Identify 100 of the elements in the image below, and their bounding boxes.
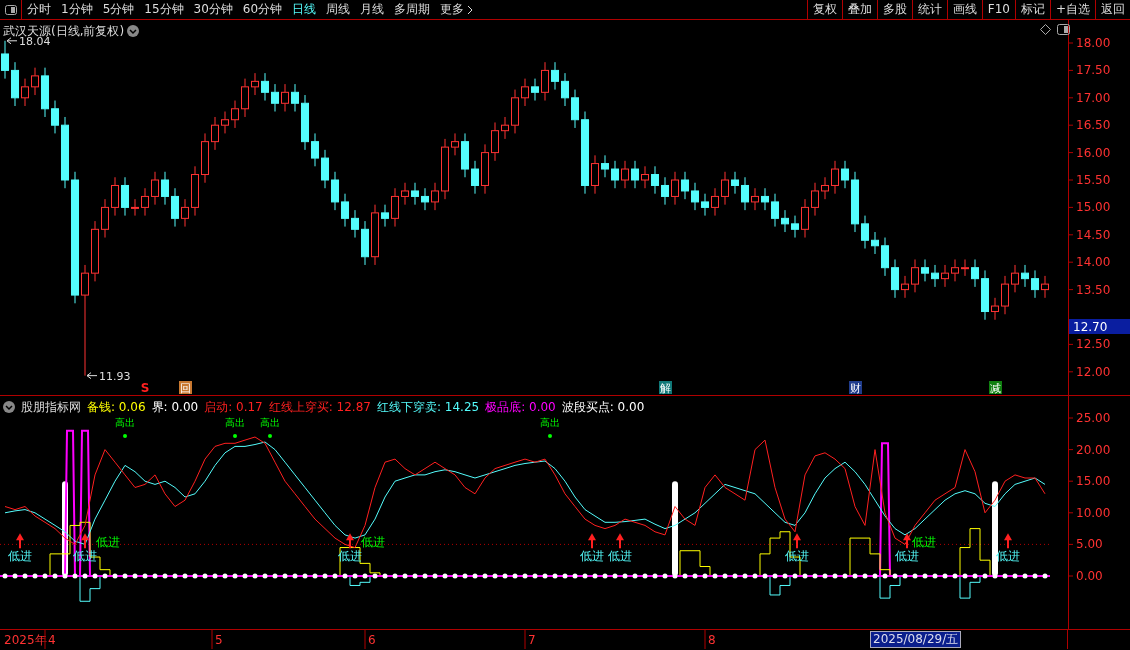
toolbar-button[interactable]: 返回 xyxy=(1095,0,1130,19)
legend-item: 红线上穿买: 12.87 xyxy=(268,399,371,416)
axis-label: 16.50 xyxy=(1076,118,1111,133)
rising-candle xyxy=(911,258,919,293)
axis-label: 15.00 xyxy=(1076,474,1111,489)
event-marker[interactable]: 减 xyxy=(989,381,1002,395)
axis-label: 0.00 xyxy=(1076,569,1103,583)
falling-candle xyxy=(551,61,559,91)
toolbar-button[interactable]: 多股 xyxy=(876,0,912,19)
period-tab[interactable]: 5分钟 xyxy=(97,0,140,19)
axis-label: 15.50 xyxy=(1076,173,1111,187)
falling-candle xyxy=(931,264,939,288)
rising-candle xyxy=(431,182,439,211)
rising-candle xyxy=(1041,275,1049,299)
falling-candle xyxy=(261,72,269,102)
signal-label: 低进 xyxy=(785,549,809,564)
rising-candle xyxy=(221,111,229,134)
rising-candle xyxy=(371,204,379,266)
toolbar-button[interactable]: F10 xyxy=(981,0,1015,19)
up-arrow-icon xyxy=(793,533,801,549)
falling-candle xyxy=(701,193,709,217)
up-arrow-icon xyxy=(346,533,354,549)
falling-candle xyxy=(761,187,769,211)
falling-candle xyxy=(661,176,669,206)
falling-candle xyxy=(861,215,869,249)
up-arrow-icon xyxy=(81,533,89,549)
signal-label: 高出 xyxy=(225,417,245,428)
axis-label: 5.00 xyxy=(1076,537,1103,552)
falling-candle xyxy=(731,171,739,195)
signal-label: 低进 xyxy=(96,534,120,549)
falling-candle xyxy=(971,258,979,288)
falling-candle xyxy=(781,209,789,233)
toolbar-button[interactable]: 画线 xyxy=(946,0,982,19)
toolbar-button[interactable]: +自选 xyxy=(1049,0,1095,19)
toolbar-button[interactable]: 复权 xyxy=(806,0,842,19)
panel-icon[interactable] xyxy=(1057,24,1070,35)
rising-candle xyxy=(711,187,719,217)
falling-candle xyxy=(321,149,329,189)
chevron-down-icon[interactable] xyxy=(3,401,15,413)
period-tab[interactable]: 1分钟 xyxy=(56,0,98,19)
axis-label: 12.50 xyxy=(1076,337,1111,352)
rising-candle xyxy=(591,154,599,195)
toolbar-button[interactable]: 标记 xyxy=(1014,0,1050,19)
falling-candle xyxy=(51,100,59,134)
arrow-icon xyxy=(6,37,18,45)
falling-candle xyxy=(881,237,889,277)
axis-label: 8 xyxy=(708,633,716,647)
axis-label: 12.00 xyxy=(1076,364,1111,379)
more-menu[interactable]: 更多 xyxy=(435,0,479,19)
falling-candle xyxy=(981,269,989,321)
event-marker[interactable]: 解 xyxy=(659,381,672,395)
falling-candle xyxy=(11,61,19,107)
falling-candle xyxy=(381,204,389,228)
rising-candle xyxy=(151,171,159,206)
rising-candle xyxy=(721,171,729,206)
rising-candle xyxy=(211,116,219,151)
falling-candle xyxy=(631,160,639,189)
falling-candle xyxy=(841,160,849,189)
falling-candle xyxy=(471,160,479,195)
falling-candle xyxy=(351,209,359,239)
rising-candle xyxy=(181,198,189,228)
cursor-date: 2025/08/29/五 xyxy=(870,631,962,648)
falling-candle xyxy=(681,171,689,200)
axis-label: 2025年 xyxy=(4,633,47,647)
rising-candle xyxy=(481,143,489,195)
up-arrow-icon xyxy=(616,533,624,549)
chevron-down-icon[interactable] xyxy=(127,25,140,37)
period-tab[interactable]: 周线 xyxy=(321,0,356,19)
period-tab[interactable]: 30分钟 xyxy=(188,0,238,19)
panel-icon[interactable] xyxy=(4,4,17,15)
period-tab[interactable]: 分时 xyxy=(22,0,56,19)
falling-candle xyxy=(561,72,569,107)
signal-dot xyxy=(548,434,552,438)
falling-candle xyxy=(921,258,929,282)
rising-candle xyxy=(511,89,519,134)
toolbar-button[interactable]: 统计 xyxy=(911,0,947,19)
signal-label: 高出 xyxy=(260,417,280,428)
signal-label: 低进 xyxy=(912,534,936,549)
falling-candle xyxy=(771,193,779,228)
period-tab[interactable]: 多周期 xyxy=(389,0,436,19)
period-tab[interactable]: 月线 xyxy=(355,0,390,19)
legend-item: 启动: 0.17 xyxy=(204,399,263,416)
axis-label: 18.00 xyxy=(1076,36,1111,50)
falling-candle xyxy=(851,171,859,233)
current-price-tag: 12.70 xyxy=(1069,319,1130,334)
rising-candle xyxy=(131,198,139,217)
diamond-icon[interactable] xyxy=(1040,24,1051,35)
rising-candle xyxy=(31,67,39,96)
rising-candle xyxy=(201,132,209,184)
rising-candle xyxy=(281,83,289,112)
toolbar-button[interactable]: 叠加 xyxy=(841,0,877,19)
axis-label: 15.00 xyxy=(1076,200,1111,215)
period-tab[interactable]: 日线 xyxy=(287,0,322,19)
period-tab[interactable]: 15分钟 xyxy=(139,0,189,19)
falling-candle xyxy=(1,40,9,80)
event-marker[interactable]: S xyxy=(140,381,150,395)
event-marker[interactable]: 财 xyxy=(849,381,862,395)
rising-candle xyxy=(521,78,529,107)
signal-label: 低进 xyxy=(895,549,919,564)
period-tab[interactable]: 60分钟 xyxy=(237,0,288,19)
